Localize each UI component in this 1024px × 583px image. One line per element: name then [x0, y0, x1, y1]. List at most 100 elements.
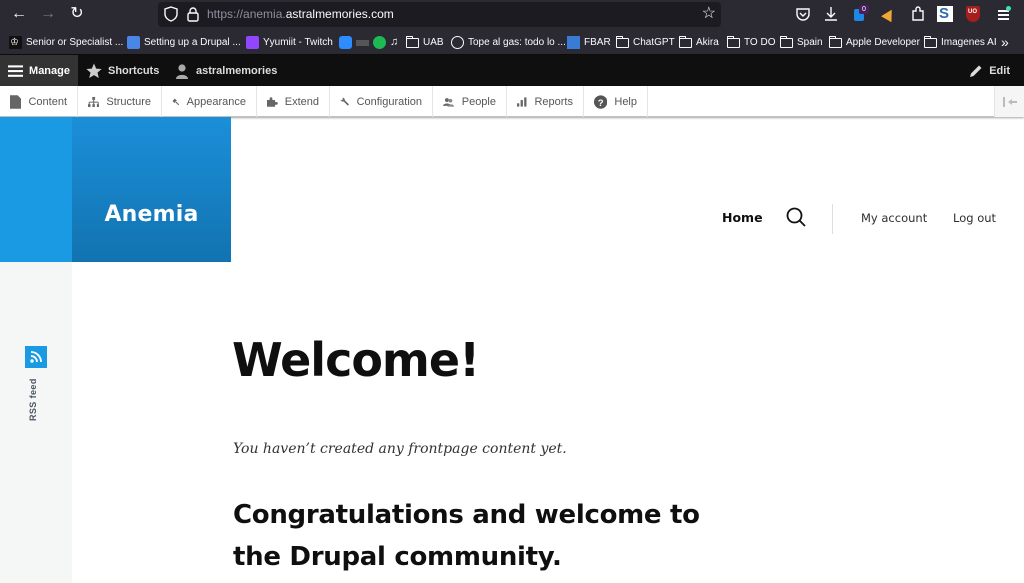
tray-label: People [461, 95, 496, 108]
bookmark-item[interactable]: ♫ [373, 34, 398, 50]
folder-icon [780, 35, 793, 48]
browser-toolbar: ← → ↻ https://anemia.astralmemories.com … [0, 0, 1024, 28]
bookmark-item[interactable]: TO DO [727, 34, 775, 50]
folder-icon [679, 35, 692, 48]
tray-item-appearance[interactable]: Appearance [162, 86, 257, 117]
file-icon [10, 94, 22, 109]
toolbar-user[interactable]: astralmemories [166, 55, 285, 86]
twitch-icon [246, 35, 259, 49]
s-extension-icon[interactable]: S [937, 5, 953, 22]
paint-icon [172, 98, 180, 105]
menu-icon[interactable] [996, 5, 1014, 23]
back-button[interactable]: ← [9, 4, 29, 24]
bookmark-item[interactable]: Setting up a Drupal ... [127, 34, 241, 50]
tray-item-extend[interactable]: Extend [257, 86, 330, 117]
bookmark-label: Tope al gas: todo lo ... [468, 36, 566, 48]
hamburger-icon [8, 64, 24, 77]
nav-home-link[interactable]: Home [722, 210, 763, 225]
toolbar-shortcuts[interactable]: Shortcuts [78, 55, 167, 86]
tray-item-configuration[interactable]: Configuration [330, 86, 433, 117]
shield-icon[interactable] [164, 6, 178, 22]
tray-label: Appearance [186, 95, 246, 108]
tray-label: Help [614, 95, 637, 108]
tray-item-help[interactable]: ? Help [584, 86, 648, 117]
bookmark-label: ChatGPT [633, 36, 675, 48]
bookmark-label: Apple Developer [846, 36, 920, 48]
bookmark-item[interactable]: Apple Developer [829, 34, 920, 50]
tray-item-content[interactable]: Content [0, 86, 78, 117]
bookmark-item[interactable] [339, 34, 373, 50]
collapse-arrow-icon [1002, 96, 1017, 107]
toolbar-shortcuts-label: Shortcuts [108, 64, 160, 77]
rss-icon [30, 351, 42, 363]
forward-button[interactable]: → [38, 4, 58, 24]
toolbar-edit-label: Edit [989, 64, 1010, 77]
help-icon: ? [594, 94, 608, 108]
star-icon [86, 63, 102, 78]
tray-orientation-toggle[interactable] [994, 86, 1024, 117]
pencil-icon [970, 65, 982, 77]
rss-feed-button[interactable] [25, 346, 47, 368]
folder-icon [924, 35, 937, 48]
bookmark-item[interactable]: Imagenes AI [924, 34, 997, 50]
my-account-link[interactable]: My account [861, 211, 927, 225]
bookmark-label: Yyumiit - Twitch [263, 36, 333, 48]
bookmark-item[interactable]: FBAR [567, 34, 611, 50]
bookmark-label: Setting up a Drupal ... [144, 36, 241, 48]
tray-label: Structure [106, 95, 151, 108]
admin-tray: Content Structure Appearance Extend Conf… [0, 86, 1024, 117]
ublock-icon[interactable]: UO [966, 6, 980, 22]
spotify-icon [373, 35, 386, 49]
rss-feed-label[interactable]: RSS feed [28, 378, 38, 421]
url-text[interactable]: https://anemia.astralmemories.com [207, 7, 394, 21]
toolbar-edit[interactable]: Edit [961, 55, 1018, 86]
bookmark-item[interactable]: ChatGPT [616, 34, 675, 50]
brand-strip [0, 117, 72, 262]
folder-icon [829, 35, 842, 48]
tray-item-people[interactable]: People [433, 86, 507, 117]
bookmark-label: Imagenes AI [941, 36, 997, 48]
toolbar-manage[interactable]: Manage [0, 55, 78, 86]
welcome-heading: Congratulations and welcome to the Drupa… [233, 500, 700, 572]
bookmark-label: FBAR [584, 36, 611, 48]
globe-icon [451, 35, 464, 49]
url-domain: astralmemories.com [285, 7, 394, 21]
bookmark-item[interactable]: UAB [406, 34, 444, 50]
tray-label: Reports [534, 95, 573, 108]
wrench-icon [340, 97, 349, 106]
bar-chart-icon [517, 96, 527, 107]
address-bar[interactable]: https://anemia.astralmemories.com ☆ [158, 2, 721, 27]
sitemap-icon [88, 96, 100, 107]
bookmark-item[interactable]: ♔ Senior or Specialist ... [9, 34, 123, 50]
bookmark-label: UAB [423, 36, 444, 48]
download-icon[interactable] [822, 5, 840, 23]
bookmark-item[interactable]: Akira [679, 34, 719, 50]
log-out-link[interactable]: Log out [953, 211, 996, 225]
music-note-icon: ♫ [390, 36, 399, 48]
bookmark-item[interactable]: Tope al gas: todo lo ... [451, 34, 566, 50]
intro-text: You haven’t created any frontpage conten… [233, 441, 567, 457]
bookmarks-overflow-button[interactable]: » [1001, 34, 1009, 50]
extensions-puzzle-icon[interactable] [909, 5, 927, 23]
extension-badge-icon[interactable]: 0 [851, 5, 869, 23]
tray-label: Content [28, 95, 67, 108]
extension-badge-count: 0 [859, 5, 869, 14]
extension-party-icon[interactable] [880, 5, 898, 23]
tray-item-structure[interactable]: Structure [78, 86, 162, 117]
bookmark-label: Senior or Specialist ... [26, 36, 124, 48]
search-icon[interactable] [786, 207, 806, 227]
nav-divider [832, 204, 833, 234]
pocket-icon[interactable] [794, 5, 812, 23]
site-name[interactable]: Anemia [72, 202, 231, 227]
zoom-icon [339, 35, 352, 49]
tray-item-reports[interactable]: Reports [507, 86, 584, 117]
tray-label: Extend [284, 95, 319, 108]
site-branding[interactable]: Anemia [72, 117, 231, 262]
lock-icon[interactable] [186, 6, 200, 22]
bookmark-item[interactable]: Yyumiit - Twitch [246, 34, 333, 50]
reload-button[interactable]: ↻ [67, 4, 87, 24]
bookmark-item[interactable]: Spain [780, 34, 823, 50]
svg-text:?: ? [598, 97, 604, 108]
bookmarks-bar: ♔ Senior or Specialist ... Setting up a D… [0, 28, 1024, 55]
bookmark-star-icon[interactable]: ☆ [702, 5, 716, 23]
